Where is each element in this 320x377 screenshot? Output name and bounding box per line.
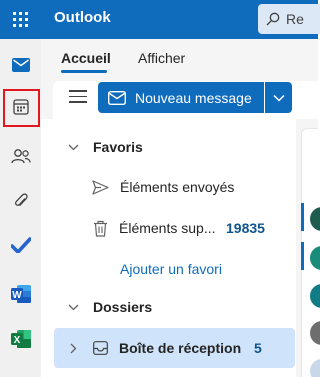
folders-title: Dossiers <box>93 299 153 315</box>
add-favorite-link[interactable]: Ajouter un favori <box>41 249 296 289</box>
search-placeholder: Re <box>286 11 304 27</box>
app-rail: W X <box>0 39 41 377</box>
new-message-dropdown[interactable] <box>265 82 292 113</box>
rail-word-button[interactable]: W <box>0 274 41 314</box>
people-icon <box>10 149 31 164</box>
chevron-down-icon <box>68 144 79 150</box>
new-message-button[interactable]: Nouveau message <box>98 82 264 113</box>
rail-excel-button[interactable]: X <box>0 319 41 359</box>
app-title: Outlook <box>54 9 111 26</box>
active-tab-indicator <box>61 70 107 73</box>
excel-icon: X <box>10 330 31 348</box>
trash-icon <box>94 220 107 237</box>
folder-pane: Favoris Éléments envoyés Éléments sup...… <box>41 119 296 377</box>
rail-people-button[interactable] <box>0 136 41 176</box>
tab-view[interactable]: Afficher <box>138 50 185 66</box>
word-icon: W <box>10 285 31 303</box>
svg-text:X: X <box>13 335 20 346</box>
chevron-down-icon <box>272 94 285 102</box>
folder-label: Éléments envoyés <box>120 179 235 195</box>
unread-indicator <box>301 242 304 270</box>
rail-mail-button[interactable] <box>0 45 41 85</box>
folder-item-sent[interactable]: Éléments envoyés <box>41 167 296 207</box>
inbox-icon <box>93 341 108 355</box>
unread-indicator <box>301 203 304 231</box>
search-icon <box>266 12 280 26</box>
new-mail-icon <box>108 90 126 105</box>
menu-button[interactable] <box>69 90 87 107</box>
favorites-header[interactable]: Favoris <box>41 127 296 167</box>
folder-label: Éléments sup... <box>119 220 216 236</box>
app-launcher-button[interactable] <box>0 0 41 39</box>
chevron-down-icon <box>68 304 79 310</box>
search-box[interactable]: Re <box>258 4 320 34</box>
rail-todo-button[interactable] <box>0 225 41 265</box>
attachment-icon <box>14 193 28 206</box>
waffle-icon <box>13 12 28 27</box>
add-favorite-label: Ajouter un favori <box>120 261 222 277</box>
unread-count: 5 <box>254 340 262 356</box>
new-message-label: Nouveau message <box>135 89 252 106</box>
folders-header[interactable]: Dossiers <box>41 287 296 327</box>
folder-item-inbox[interactable]: Boîte de réception 5 <box>54 328 295 368</box>
top-bar: Outlook Re <box>0 0 320 39</box>
todo-icon <box>10 237 31 253</box>
favorites-title: Favoris <box>93 139 143 155</box>
folder-label: Boîte de réception <box>119 340 242 356</box>
svg-text:W: W <box>12 290 22 301</box>
rail-files-button[interactable] <box>0 181 41 221</box>
folder-item-deleted[interactable]: Éléments sup... 19835 <box>41 208 296 248</box>
chevron-right-icon <box>70 343 77 354</box>
tab-home[interactable]: Accueil <box>61 50 111 66</box>
send-icon <box>92 179 109 195</box>
unread-count: 19835 <box>226 220 265 236</box>
mail-icon <box>11 58 30 72</box>
calendar-highlight-box <box>3 89 40 127</box>
